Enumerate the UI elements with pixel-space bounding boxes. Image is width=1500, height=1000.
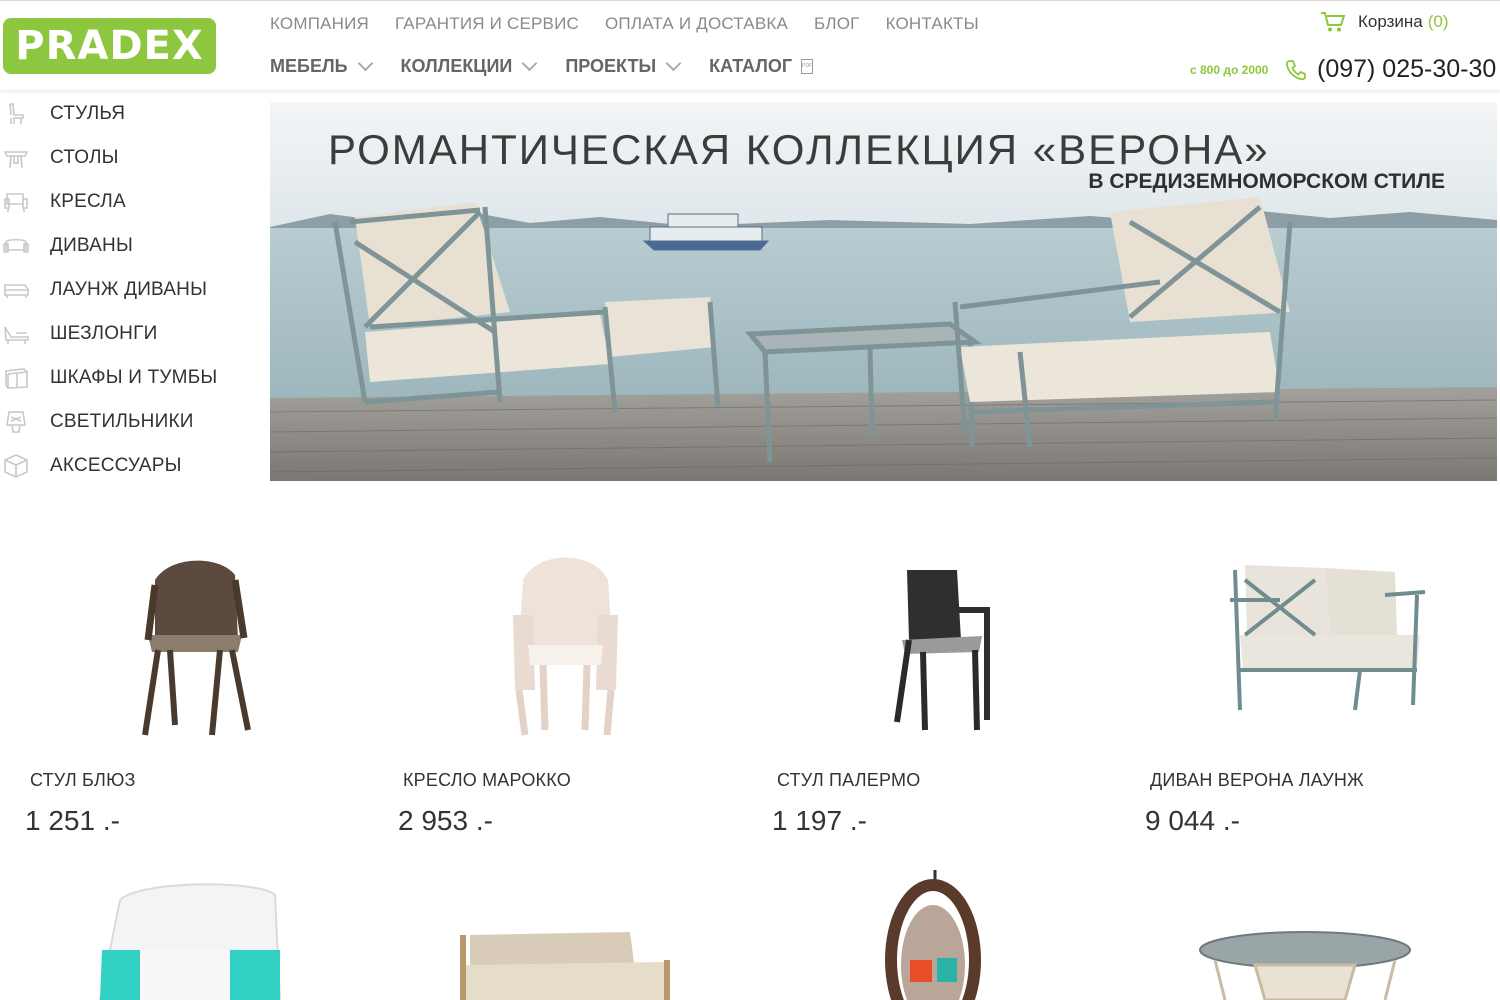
main-nav-catalog-label: КАТАЛОГ [709,56,793,76]
hero-banner[interactable]: РОМАНТИЧЕСКАЯ КОЛЛЕКЦИЯ «ВЕРОНА» В СРЕДИ… [270,102,1497,481]
banner-title: РОМАНТИЧЕСКАЯ КОЛЛЕКЦИЯ «ВЕРОНА» [328,126,1270,173]
top-nav-payment-delivery[interactable]: ОПЛАТА И ДОСТАВКА [605,14,788,34]
product-price: 9 044 .- [1145,805,1240,836]
sidebar-item-label: ШКАФЫ И ТУМБЫ [50,367,218,388]
product-name: ДИВАН ВЕРОНА ЛАУНЖ [1150,770,1364,790]
pdf-icon: PDF [801,59,814,74]
product-price: 1 251 .- [25,805,120,836]
site-header: PRADEX КОМПАНИЯ ГАРАНТИЯ И СЕРВИС ОПЛАТА… [0,0,1500,90]
chevron-down-icon [665,55,682,72]
sidebar-item-label: ДИВАНЫ [50,235,133,256]
main-nav-projects-label: ПРОЕКТЫ [565,56,657,76]
product-card-partial[interactable] [445,870,785,1000]
sidebar-item-label: ШЕЗЛОНГИ [50,323,158,344]
sofa-icon [2,233,30,259]
product-card[interactable]: КРЕСЛО МАРОККО 2 953 .- [398,540,728,837]
category-sidebar: СТУЛЬЯ СТОЛЫ КРЕСЛА ДИВАНЫ ЛАУНЖ ДИВАНЫ … [0,92,250,488]
product-image-beach-canopy [98,883,282,1000]
sidebar-item-lamps[interactable]: СВЕТИЛЬНИКИ [0,400,250,444]
product-name: СТУЛ БЛЮЗ [30,770,136,790]
product-image-oval-table [1199,931,1411,1000]
product-card-partial[interactable] [865,870,1205,1000]
cart-label: Корзина [1358,12,1423,31]
sidebar-item-cabinets[interactable]: ШКАФЫ И ТУМБЫ [0,356,250,400]
main-nav-collections[interactable]: КОЛЛЕКЦИИ [400,55,538,77]
logo[interactable]: PRADEX [3,18,216,74]
chair-icon [2,101,30,127]
product-name: СТУЛ ПАЛЕРМО [777,770,921,790]
sidebar-item-label: ЛАУНЖ ДИВАНЫ [50,279,208,300]
sidebar-item-label: СВЕТИЛЬНИКИ [50,411,194,432]
product-card[interactable]: СТУЛ ПАЛЕРМО 1 197 .- [772,540,1102,837]
product-card-partial[interactable] [80,870,420,1000]
top-nav-warranty[interactable]: ГАРАНТИЯ И СЕРВИС [395,14,579,34]
main-nav-catalog[interactable]: КАТАЛОГ PDF [709,56,814,77]
main-nav-furniture[interactable]: МЕБЕЛЬ [270,55,373,77]
product-image-hanging-chair [885,870,981,1000]
sidebar-item-label: АКСЕССУАРЫ [50,455,182,476]
top-nav-company[interactable]: КОМПАНИЯ [270,14,369,34]
main-nav-collections-label: КОЛЛЕКЦИИ [400,56,513,76]
main-nav-projects[interactable]: ПРОЕКТЫ [565,55,682,77]
chevron-down-icon [522,55,538,72]
sidebar-item-chairs[interactable]: СТУЛЬЯ [0,92,250,136]
product-price: 1 197 .- [772,805,867,836]
phone-number: (097) 025-30-30 [1317,55,1497,83]
accessory-box-icon [2,453,30,479]
top-nav-blog[interactable]: БЛОГ [814,14,860,34]
cart-icon [1321,12,1346,32]
working-hours: с 800 до 2000 [1190,63,1269,77]
sidebar-item-lounge-sofas[interactable]: ЛАУНЖ ДИВАНЫ [0,268,250,312]
phone-icon [1285,59,1306,80]
cart-link[interactable]: Корзина (0) [1320,11,1449,33]
lounge-sofa-icon [2,277,30,303]
product-card[interactable]: СТУЛ БЛЮЗ 1 251 .- [25,540,355,837]
top-nav-contacts[interactable]: КОНТАКТЫ [886,14,979,34]
main-nav: МЕБЕЛЬ КОЛЛЕКЦИИ ПРОЕКТЫ КАТАЛОГ PDF [270,55,843,77]
sidebar-item-accessories[interactable]: АКСЕССУАРЫ [0,444,250,488]
product-image-wooden-sofa [460,932,670,1000]
sidebar-item-tables[interactable]: СТОЛЫ [0,136,250,180]
sidebar-item-label: СТОЛЫ [50,147,119,168]
sidebar-item-label: КРЕСЛА [50,191,126,212]
banner-image: РОМАНТИЧЕСКАЯ КОЛЛЕКЦИЯ «ВЕРОНА» В СРЕДИ… [270,102,1497,481]
top-nav: КОМПАНИЯ ГАРАНТИЯ И СЕРВИС ОПЛАТА И ДОСТ… [270,14,979,34]
table-icon [2,145,30,171]
banner-subtitle: В СРЕДИЗЕМНОМОРСКОМ СТИЛЕ [1088,170,1445,193]
product-card[interactable]: ДИВАН ВЕРОНА ЛАУНЖ 9 044 .- [1145,540,1475,837]
product-image-verona-lounge-sofa [1145,540,1475,740]
chevron-down-icon [357,55,373,72]
phone-link[interactable]: (097) 025-30-30 [1285,55,1496,84]
logo-text: PRADEX [15,23,204,69]
product-card-partial[interactable] [1195,870,1500,1000]
lamp-icon [2,409,30,435]
sidebar-item-armchairs[interactable]: КРЕСЛА [0,180,250,224]
sidebar-item-sunloungers[interactable]: ШЕЗЛОНГИ [0,312,250,356]
product-name: КРЕСЛО МАРОККО [403,770,571,790]
product-image-marokko-armchair [398,540,728,740]
cart-count: (0) [1427,12,1449,31]
sidebar-item-sofas[interactable]: ДИВАНЫ [0,224,250,268]
product-image-bluz-chair [25,540,355,740]
cabinet-icon [2,365,30,391]
main-nav-furniture-label: МЕБЕЛЬ [270,56,348,76]
product-image-palermo-chair [772,540,1102,740]
sidebar-item-label: СТУЛЬЯ [50,103,126,124]
armchair-icon [2,189,30,215]
sunlounger-icon [2,321,30,347]
product-price: 2 953 .- [398,805,493,836]
